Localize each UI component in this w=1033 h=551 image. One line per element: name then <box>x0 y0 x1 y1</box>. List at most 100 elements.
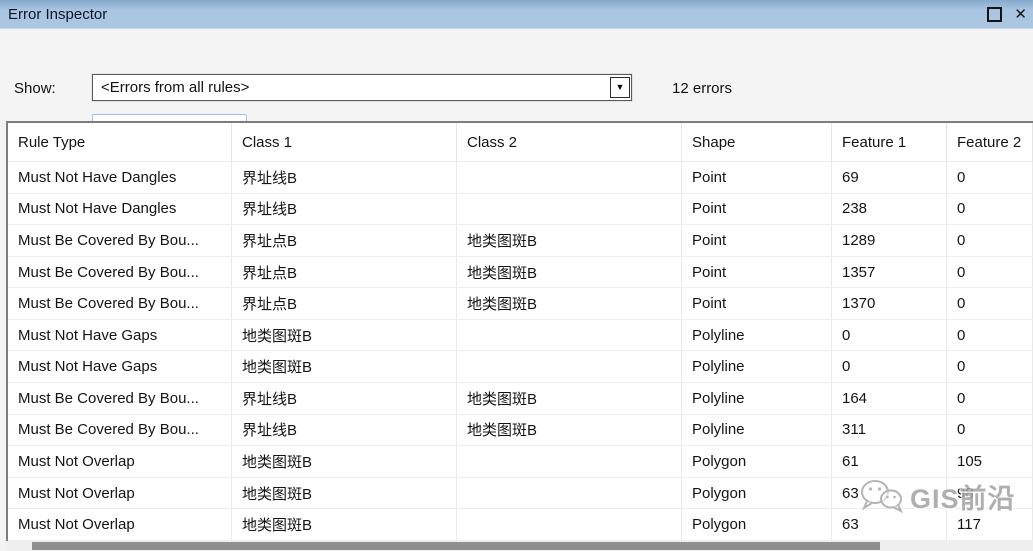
cell-feature-1: 0 <box>832 319 947 352</box>
cell-feature-1: 1289 <box>832 225 947 257</box>
cell-rule-type: Must Not Overlap <box>8 446 232 478</box>
cell-class-1: 地类图斑B <box>232 351 457 384</box>
cell-shape: Polyline <box>682 319 832 352</box>
cell-feature-1: 69 <box>832 162 947 194</box>
table-row[interactable]: Must Be Covered By Bou... 界址点B 地类图斑B Poi… <box>8 256 1033 289</box>
rule-filter-dropdown[interactable]: <Errors from all rules> ▼ <box>92 74 632 101</box>
close-icon[interactable]: ✕ <box>1014 7 1027 22</box>
cell-class-1: 地类图斑B <box>232 477 457 510</box>
cell-class-2 <box>457 162 682 194</box>
cell-class-2: 地类图斑B <box>457 383 682 415</box>
cell-rule-type: Must Not Overlap <box>8 477 232 510</box>
cell-rule-type: Must Be Covered By Bou... <box>8 225 232 257</box>
cell-feature-2: 0 <box>947 225 1033 257</box>
cell-feature-2: 0 <box>947 162 1033 194</box>
cell-rule-type: Must Not Have Dangles <box>8 193 232 226</box>
cell-class-2: 地类图斑B <box>457 288 682 320</box>
cell-shape: Point <box>682 288 832 320</box>
window-buttons: ✕ <box>987 0 1027 29</box>
cell-feature-1: 63 <box>832 477 947 510</box>
cell-class-1: 界址线B <box>232 162 457 194</box>
cell-class-1: 地类图斑B <box>232 319 457 352</box>
show-label: Show: <box>14 80 56 97</box>
cell-class-1: 界址点B <box>232 256 457 289</box>
cell-rule-type: Must Be Covered By Bou... <box>8 256 232 289</box>
cell-class-2: 地类图斑B <box>457 225 682 257</box>
cell-class-1: 地类图斑B <box>232 509 457 541</box>
column-header-class-1[interactable]: Class 1 <box>232 123 457 162</box>
table-row[interactable]: Must Be Covered By Bou... 界址线B 地类图斑B Pol… <box>8 414 1033 447</box>
cell-shape: Polyline <box>682 414 832 447</box>
cell-feature-1: 61 <box>832 446 947 478</box>
maximize-icon[interactable] <box>987 7 1003 22</box>
cell-shape: Polyline <box>682 351 832 384</box>
cell-feature-2: 0 <box>947 193 1033 226</box>
dropdown-button[interactable]: ▼ <box>610 77 630 98</box>
cell-class-2: 地类图斑B <box>457 256 682 289</box>
cell-shape: Point <box>682 256 832 289</box>
window-title: Error Inspector <box>8 5 108 23</box>
cell-class-1: 界址点B <box>232 288 457 320</box>
cell-shape: Point <box>682 225 832 257</box>
column-header-feature-1[interactable]: Feature 1 <box>832 123 947 162</box>
cell-rule-type: Must Be Covered By Bou... <box>8 383 232 415</box>
cell-shape: Polygon <box>682 509 832 541</box>
cell-feature-1: 63 <box>832 509 947 541</box>
cell-class-2 <box>457 319 682 352</box>
column-header-shape[interactable]: Shape <box>682 123 832 162</box>
cell-class-1: 界址点B <box>232 225 457 257</box>
cell-class-2 <box>457 193 682 226</box>
cell-class-1: 地类图斑B <box>232 446 457 478</box>
cell-feature-2: 105 <box>947 446 1033 478</box>
cell-rule-type: Must Be Covered By Bou... <box>8 288 232 320</box>
cell-class-2 <box>457 509 682 541</box>
cell-feature-2: 0 <box>947 414 1033 447</box>
cell-class-2 <box>457 446 682 478</box>
cell-shape: Polygon <box>682 477 832 510</box>
cell-feature-2: 0 <box>947 256 1033 289</box>
cell-feature-2: 0 <box>947 383 1033 415</box>
cell-class-1: 界址线B <box>232 383 457 415</box>
error-table: Rule Type Class 1 Class 2 Shape Feature … <box>6 121 1033 541</box>
table-row[interactable]: Must Be Covered By Bou... 界址点B 地类图斑B Poi… <box>8 288 1033 320</box>
table-body: Must Not Have Dangles 界址线B Point 69 0 Mu… <box>8 162 1033 541</box>
cell-feature-2: 0 <box>947 351 1033 384</box>
table-row[interactable]: Must Not Overlap 地类图斑B Polygon 63 117 <box>8 509 1033 541</box>
cell-class-2: 地类图斑B <box>457 414 682 447</box>
cell-feature-1: 311 <box>832 414 947 447</box>
cell-feature-1: 164 <box>832 383 947 415</box>
table-row[interactable]: Must Not Have Gaps 地类图斑B Polyline 0 0 <box>8 351 1033 384</box>
error-count-label: 12 errors <box>672 80 733 97</box>
chevron-down-icon: ▼ <box>615 82 625 92</box>
table-row[interactable]: Must Not Overlap 地类图斑B Polygon 63 98 <box>8 477 1033 510</box>
column-header-feature-2[interactable]: Feature 2 <box>947 123 1033 162</box>
cell-feature-1: 238 <box>832 193 947 226</box>
cell-class-1: 界址线B <box>232 414 457 447</box>
cell-rule-type: Must Not Have Gaps <box>8 319 232 352</box>
cell-class-2 <box>457 477 682 510</box>
cell-feature-2: 117 <box>947 509 1033 541</box>
cell-class-1: 界址线B <box>232 193 457 226</box>
cell-shape: Point <box>682 162 832 194</box>
cell-feature-1: 1370 <box>832 288 947 320</box>
controls-panel: Show: <Errors from all rules> ▼ 12 error… <box>0 29 1033 145</box>
cell-feature-2: 98 <box>947 477 1033 510</box>
cell-shape: Polyline <box>682 383 832 415</box>
cell-rule-type: Must Not Have Dangles <box>8 162 232 194</box>
cell-feature-2: 0 <box>947 288 1033 320</box>
cell-rule-type: Must Not Have Gaps <box>8 351 232 384</box>
table-row[interactable]: Must Not Have Dangles 界址线B Point 238 0 <box>8 193 1033 226</box>
column-header-class-2[interactable]: Class 2 <box>457 123 682 162</box>
scrollbar-thumb[interactable] <box>32 542 880 550</box>
table-row[interactable]: Must Not Overlap 地类图斑B Polygon 61 105 <box>8 446 1033 478</box>
cell-shape: Point <box>682 193 832 226</box>
horizontal-scrollbar[interactable] <box>6 541 1033 551</box>
table-row[interactable]: Must Be Covered By Bou... 界址线B 地类图斑B Pol… <box>8 383 1033 415</box>
column-header-rule-type[interactable]: Rule Type <box>8 123 232 162</box>
table-row[interactable]: Must Be Covered By Bou... 界址点B 地类图斑B Poi… <box>8 225 1033 257</box>
titlebar[interactable]: Error Inspector ✕ <box>0 0 1033 29</box>
table-row[interactable]: Must Not Have Dangles 界址线B Point 69 0 <box>8 162 1033 194</box>
cell-rule-type: Must Not Overlap <box>8 509 232 541</box>
table-header-row: Rule Type Class 1 Class 2 Shape Feature … <box>8 123 1033 162</box>
table-row[interactable]: Must Not Have Gaps 地类图斑B Polyline 0 0 <box>8 319 1033 352</box>
